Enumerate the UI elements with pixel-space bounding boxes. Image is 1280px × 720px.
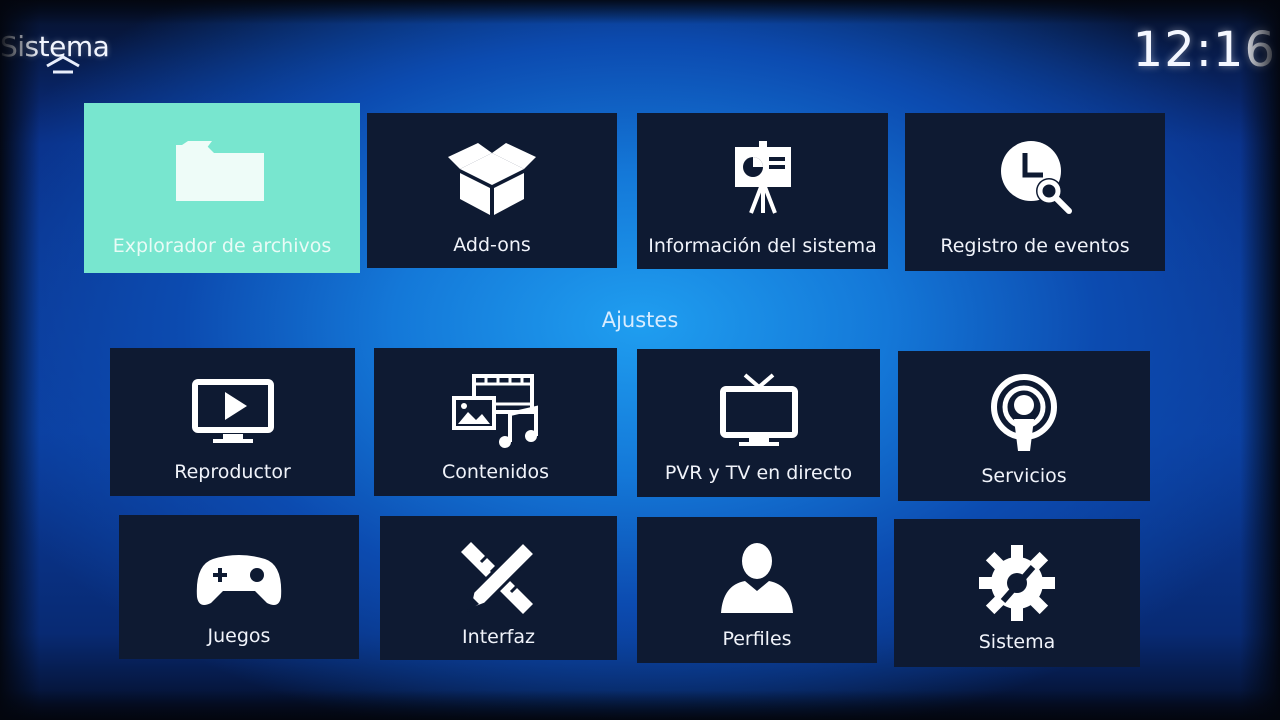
- tile-player[interactable]: Reproductor: [110, 348, 355, 496]
- folder-icon: [174, 123, 270, 207]
- tile-file-explorer[interactable]: Explorador de archivos: [84, 103, 360, 273]
- tile-label: Reproductor: [174, 461, 291, 483]
- user-profile-icon: [709, 537, 805, 621]
- tile-label: Juegos: [207, 625, 271, 647]
- presentation-board-icon: [715, 133, 811, 217]
- tile-label: Perfiles: [722, 628, 792, 650]
- tile-services[interactable]: Servicios: [898, 351, 1150, 501]
- tile-event-log[interactable]: Registro de eventos: [905, 113, 1165, 271]
- tile-label: Explorador de archivos: [112, 235, 332, 257]
- podcast-broadcast-icon: [976, 371, 1072, 455]
- tile-pvr-tv[interactable]: PVR y TV en directo: [637, 349, 880, 497]
- tile-system[interactable]: Sistema: [894, 519, 1140, 667]
- home-icon[interactable]: [44, 54, 82, 76]
- tile-media[interactable]: Contenidos: [374, 348, 617, 496]
- tile-label: Interfaz: [462, 626, 535, 648]
- clock: 12:16: [1132, 22, 1276, 78]
- tile-system-info[interactable]: Información del sistema: [637, 113, 888, 269]
- gamepad-icon: [191, 535, 287, 619]
- tile-label: Add-ons: [453, 234, 531, 256]
- gear-wrench-icon: [969, 539, 1065, 623]
- tile-addons[interactable]: Add-ons: [367, 113, 617, 268]
- clock-search-icon: [987, 133, 1083, 217]
- tile-games[interactable]: Juegos: [119, 515, 359, 659]
- box-icon: [444, 133, 540, 217]
- pencil-ruler-icon: [451, 536, 547, 620]
- media-library-icon: [448, 368, 544, 452]
- tv-antenna-icon: [711, 369, 807, 453]
- tile-label: Sistema: [978, 631, 1056, 653]
- tile-profiles[interactable]: Perfiles: [637, 517, 877, 663]
- monitor-play-icon: [185, 368, 281, 452]
- tile-label: Información del sistema: [648, 235, 877, 257]
- tile-interface[interactable]: Interfaz: [380, 516, 617, 660]
- tile-label: Servicios: [981, 465, 1067, 487]
- tile-label: PVR y TV en directo: [664, 462, 853, 484]
- section-heading-settings: Ajustes: [601, 308, 679, 332]
- tile-label: Contenidos: [442, 461, 549, 483]
- tile-label: Registro de eventos: [940, 235, 1130, 257]
